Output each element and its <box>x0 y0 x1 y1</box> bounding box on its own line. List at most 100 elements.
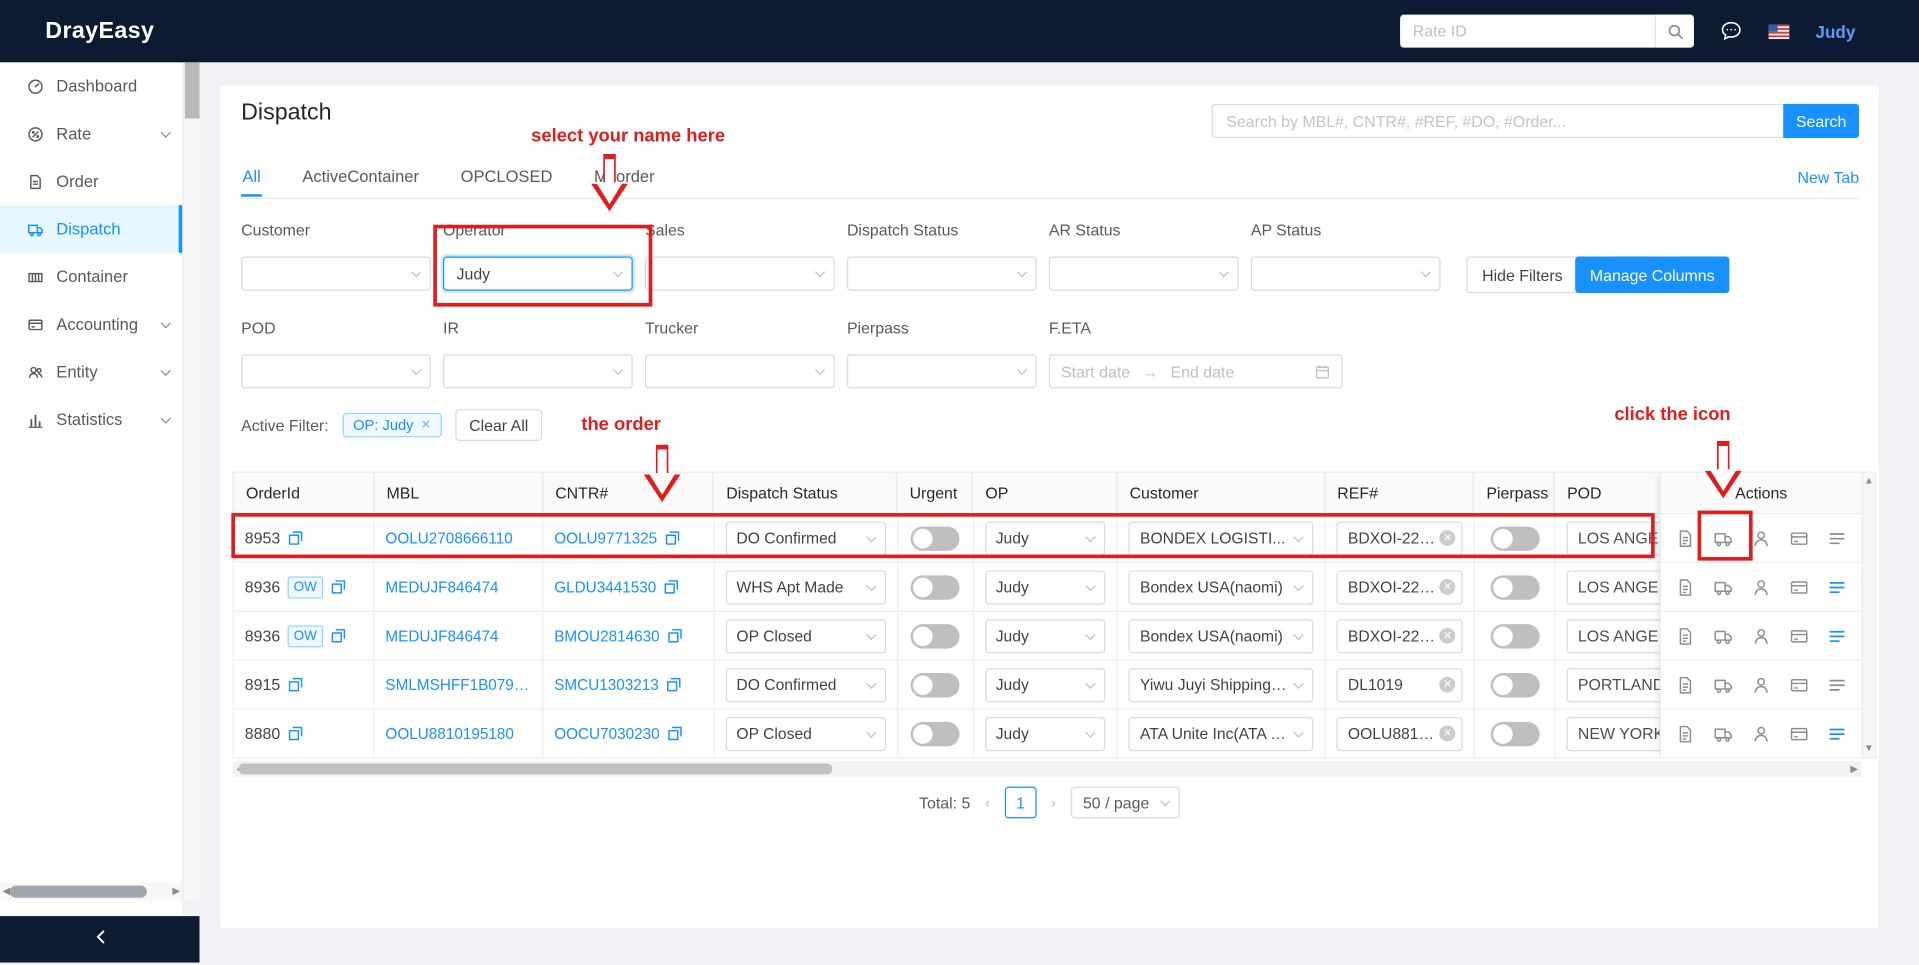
table-vertical-scrollbar[interactable]: ▲ ▼ <box>1862 471 1877 758</box>
sidebar-item-rate[interactable]: Rate <box>0 110 182 158</box>
cntr-link[interactable]: OOCU7030230 <box>554 725 659 742</box>
rate-id-input[interactable] <box>1401 22 1656 40</box>
mbl-link[interactable]: SMLMSHFF1B079400 <box>385 676 531 693</box>
urgent-toggle[interactable] <box>911 672 960 696</box>
cntr-link[interactable]: BMOU2814630 <box>554 627 659 644</box>
op-select[interactable]: Judy <box>985 570 1106 604</box>
pierpass-toggle[interactable] <box>1490 624 1539 648</box>
scroll-right-icon[interactable]: ▶ <box>1850 764 1858 774</box>
cntr-link[interactable]: GLDU3441530 <box>554 578 656 595</box>
scrollbar-thumb[interactable] <box>10 886 147 898</box>
column-header-ref[interactable]: REF# <box>1325 473 1474 513</box>
truck-icon[interactable] <box>1713 577 1733 597</box>
column-header-urgent[interactable]: Urgent <box>897 473 973 513</box>
scrollbar-thumb[interactable] <box>185 62 200 118</box>
sidebar-collapse-button[interactable] <box>0 916 199 962</box>
notes-icon[interactable] <box>1827 724 1847 744</box>
ref-select[interactable]: BDXOI-221100✕ <box>1337 570 1463 604</box>
next-page-icon[interactable]: › <box>1047 794 1059 811</box>
scroll-right-icon[interactable]: ▶ <box>172 887 180 897</box>
customer-select[interactable]: Yiwu Juyi Shipping -... <box>1129 668 1314 702</box>
op-select[interactable]: Judy <box>985 668 1106 702</box>
payment-card-icon[interactable] <box>1789 626 1809 646</box>
start-date-placeholder[interactable]: Start date <box>1061 362 1130 380</box>
tab-all[interactable]: All <box>241 162 262 196</box>
tab-activecontainer[interactable]: ActiveContainer <box>301 162 420 196</box>
notes-icon[interactable] <box>1827 626 1847 646</box>
column-header-orderid[interactable]: OrderId <box>234 473 375 513</box>
container-track-icon[interactable] <box>667 726 683 742</box>
order-track-icon[interactable] <box>330 579 346 595</box>
notes-icon[interactable] <box>1827 528 1847 548</box>
sidebar-item-entity[interactable]: Entity <box>0 348 182 396</box>
column-header-op[interactable]: OP <box>973 473 1117 513</box>
payment-card-icon[interactable] <box>1789 724 1809 744</box>
payment-card-icon[interactable] <box>1789 675 1809 695</box>
urgent-toggle[interactable] <box>911 575 960 599</box>
document-icon[interactable] <box>1676 626 1696 646</box>
sidebar-item-accounting[interactable]: Accounting <box>0 300 182 348</box>
table-search-input[interactable] <box>1212 104 1784 138</box>
page-size-select[interactable]: 50 / page <box>1071 787 1180 819</box>
ref-select[interactable]: OOLU8810195✕ <box>1337 716 1463 750</box>
column-header-cntr[interactable]: CNTR# <box>543 473 714 513</box>
clear-icon[interactable]: ✕ <box>1440 579 1456 595</box>
ir-filter-select[interactable] <box>443 354 633 388</box>
sidebar-item-statistics[interactable]: Statistics <box>0 396 182 444</box>
sidebar-item-dispatch[interactable]: Dispatch <box>0 205 182 253</box>
dispatch-status-select[interactable]: OP Closed <box>725 619 885 653</box>
end-date-placeholder[interactable]: End date <box>1171 362 1235 380</box>
column-header-pierpass[interactable]: Pierpass ▲▼ <box>1474 473 1555 513</box>
customer-select[interactable]: ATA Unite Inc(ATA U... <box>1129 716 1314 750</box>
hide-filters-button[interactable]: Hide Filters <box>1466 257 1578 294</box>
user-icon[interactable] <box>1751 577 1771 597</box>
payment-card-icon[interactable] <box>1789 577 1809 597</box>
sidebar-item-dashboard[interactable]: Dashboard <box>0 62 182 110</box>
pierpass-toggle[interactable] <box>1490 575 1539 599</box>
urgent-toggle[interactable] <box>911 624 960 648</box>
pod-filter-select[interactable] <box>241 354 431 388</box>
container-track-icon[interactable] <box>666 677 682 693</box>
column-header-customer[interactable]: Customer <box>1117 473 1325 513</box>
scroll-down-icon[interactable]: ▼ <box>1864 744 1874 754</box>
mbl-link[interactable]: OOLU8810195180 <box>385 725 513 742</box>
sidebar-vertical-scrollbar[interactable] <box>182 62 199 900</box>
op-select[interactable]: Judy <box>985 716 1106 750</box>
feta-date-range[interactable]: Start date → End date <box>1049 354 1343 388</box>
clear-all-button[interactable]: Clear All <box>456 409 542 441</box>
scrollbar-thumb[interactable] <box>239 763 833 774</box>
table-horizontal-scrollbar[interactable]: ◀ ▶ <box>233 761 1862 777</box>
user-icon[interactable] <box>1751 528 1771 548</box>
clear-icon[interactable]: ✕ <box>1440 628 1456 644</box>
column-header-mbl[interactable]: MBL <box>374 473 543 513</box>
dispatch-status-select[interactable]: OP Closed <box>725 716 885 750</box>
customer-filter-select[interactable] <box>241 257 431 291</box>
truck-icon[interactable] <box>1713 724 1733 744</box>
column-header-dispatch-status[interactable]: Dispatch Status <box>714 473 897 513</box>
prev-page-icon[interactable]: ‹ <box>981 794 993 811</box>
user-icon[interactable] <box>1751 675 1771 695</box>
chat-icon[interactable] <box>1720 20 1743 43</box>
notes-icon[interactable] <box>1827 577 1847 597</box>
notes-icon[interactable] <box>1827 675 1847 695</box>
ref-select[interactable]: DL1019✕ <box>1337 668 1463 702</box>
container-track-icon[interactable] <box>664 579 680 595</box>
dispatch-status-select[interactable]: DO Confirmed <box>725 668 885 702</box>
search-button[interactable]: Search <box>1783 104 1859 138</box>
user-icon[interactable] <box>1751 626 1771 646</box>
truck-icon[interactable] <box>1713 675 1733 695</box>
flag-icon[interactable] <box>1769 24 1790 39</box>
manage-columns-button[interactable]: Manage Columns <box>1575 257 1729 294</box>
customer-select[interactable]: Bondex USA(naomi) <box>1129 619 1314 653</box>
mbl-link[interactable]: MEDUJF846474 <box>385 578 498 595</box>
document-icon[interactable] <box>1676 528 1696 548</box>
sales-filter-select[interactable] <box>645 257 835 291</box>
sidebar-horizontal-scrollbar[interactable]: ◀ ▶ <box>0 883 182 900</box>
search-icon[interactable] <box>1655 15 1694 48</box>
scroll-up-icon[interactable]: ▲ <box>1864 476 1874 486</box>
mbl-link[interactable]: MEDUJF846474 <box>385 627 498 644</box>
ar-status-filter-select[interactable] <box>1049 257 1239 291</box>
ref-select[interactable]: BDXOI-221100✕ <box>1337 619 1463 653</box>
pierpass-toggle[interactable] <box>1490 721 1539 745</box>
clear-icon[interactable]: ✕ <box>1440 726 1456 742</box>
